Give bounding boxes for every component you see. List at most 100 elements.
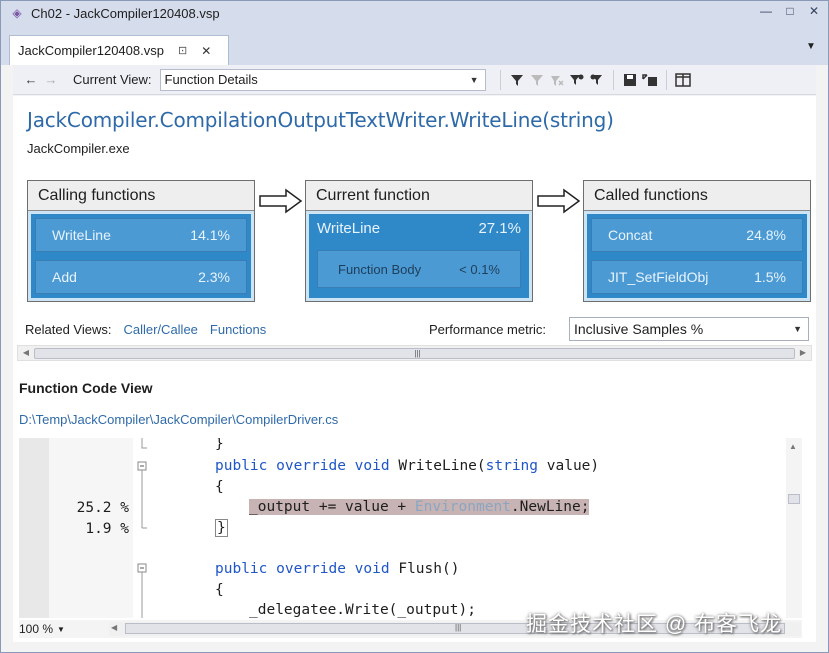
main-window: ◈ Ch02 - JackCompiler120408.vsp — □ ✕ Ja… [0,0,829,653]
function-body-value: < 0.1% [459,261,500,277]
window-controls: — □ ✕ [758,3,822,19]
indicator-margin [19,438,49,618]
calling-function-item[interactable]: Add 2.3% [35,260,247,294]
title-bar: ◈ Ch02 - JackCompiler120408.vsp — □ ✕ [1,1,828,25]
caller-callee-link[interactable]: Caller/Callee [123,322,197,337]
code-line-highlighted: _output += value + Environment.NewLine; [249,499,590,515]
zoom-value: 100 % [19,622,54,636]
module-name: JackCompiler.exe [27,141,130,156]
function-body-item[interactable]: Function Body < 0.1% [317,250,521,288]
function-name: JackCompiler.CompilationOutputTextWriter… [27,108,614,132]
vertical-scrollbar[interactable]: ▲ [786,438,802,618]
code-text: } public override void WriteLine(string … [159,438,789,618]
code-line: _delegatee.Write(_output); [249,602,476,618]
tab-report[interactable]: JackCompiler120408.vsp ⊡ ✕ [9,35,229,65]
toolbar-separator [612,69,614,90]
function-item-name: Concat [608,227,653,243]
horizontal-scrollbar[interactable]: ◀ ||| ▶ [17,345,812,361]
scrollbar-thumb[interactable]: ||| [34,348,795,359]
current-function-panel: Current function WriteLine 27.1% Functio… [305,180,533,302]
current-view-value: Function Details [164,72,258,87]
metric-column: 25.2 % 1.9 % [49,438,133,618]
clear-filter-icon[interactable] [547,70,567,90]
function-item-name: WriteLine [52,227,111,243]
code-line: { [215,582,224,598]
function-item-value: 24.8% [746,227,786,243]
toolbar-separator [665,69,667,90]
scrollbar-thumb[interactable] [788,494,800,504]
performance-metric-select[interactable]: Inclusive Samples % ▼ [569,317,809,341]
visual-studio-icon: ◈ [12,6,22,20]
calling-function-item[interactable]: WriteLine 14.1% [35,218,247,252]
performance-metric-value: Inclusive Samples % [574,321,704,337]
called-function-item[interactable]: Concat 24.8% [591,218,803,252]
code-line: { [215,479,224,495]
scroll-left-icon[interactable]: ◀ [111,623,117,632]
close-button[interactable]: ✕ [806,3,822,19]
chevron-down-icon[interactable]: ▼ [806,41,818,53]
current-function-name: WriteLine [317,220,381,237]
filter-disabled-icon[interactable] [527,70,547,90]
chevron-down-icon: ▼ [469,74,479,85]
code-view-title: Function Code View [19,380,153,396]
functions-link[interactable]: Functions [210,322,266,337]
current-function-body: WriteLine 27.1% Function Body < 0.1% [309,214,529,298]
flow-arrow-icon [537,188,581,214]
outlining-margin [133,438,153,618]
chevron-down-icon: ▼ [57,624,65,634]
function-code-view: Function Code View D:\Temp\JackCompiler\… [13,372,816,642]
export-icon[interactable] [640,70,660,90]
code-editor[interactable]: 25.2 % 1.9 % } public override void Writ… [19,438,802,618]
watermark: 掘金技术社区 @ 布客飞龙 [526,613,782,636]
split-view-icon[interactable] [673,70,693,90]
show-just-my-code-icon[interactable] [567,70,587,90]
line-metric: 25.2 % [76,500,129,516]
function-item-value: 1.5% [754,269,786,285]
window-title: Ch02 - JackCompiler120408.vsp [31,5,220,21]
forward-arrow-icon[interactable]: → [41,70,61,90]
function-item-value: 14.1% [190,227,230,243]
back-arrow-icon[interactable]: ← [21,70,41,90]
code-line: } [215,438,224,452]
scroll-up-icon[interactable]: ▲ [789,442,797,451]
performance-metric-label: Performance metric: [429,322,547,337]
scroll-left-icon[interactable]: ◀ [20,347,32,359]
scroll-right-icon[interactable]: ▶ [797,347,809,359]
code-line: public override void Flush() [215,561,460,577]
flow-arrow-icon [259,188,303,214]
current-function-value: 27.1% [478,220,521,237]
zoom-select[interactable]: 100 % ▼ [19,622,79,636]
outline-collapse-icon[interactable] [133,438,153,618]
toolbar-separator [499,69,501,90]
grip-icon: ||| [414,349,421,358]
function-item-name: Add [52,269,77,285]
function-body-label: Function Body [338,261,422,277]
related-views-label: Related Views: [25,322,112,337]
chevron-down-icon: ▼ [793,324,802,334]
tab-close-icon[interactable]: ✕ [201,44,211,58]
called-functions-body: Concat 24.8% JIT_SetFieldObj 1.5% [587,214,807,298]
document-tabstrip: JackCompiler120408.vsp ⊡ ✕ ▼ [1,25,828,65]
maximize-button[interactable]: □ [782,3,798,19]
report-toolbar: ← → Current View: Function Details ▼ [13,65,816,95]
filter-icon[interactable] [507,70,527,90]
pin-icon[interactable]: ⊡ [178,44,187,57]
minimize-button[interactable]: — [758,3,774,19]
source-file-link[interactable]: D:\Temp\JackCompiler\JackCompiler\Compil… [19,412,338,427]
current-function-header: Current function [306,181,532,211]
function-details-panel: JackCompiler.CompilationOutputTextWriter… [13,96,816,372]
called-function-item[interactable]: JIT_SetFieldObj 1.5% [591,260,803,294]
code-line: } [215,519,228,537]
grip-icon: ||| [455,623,462,632]
calling-functions-header: Calling functions [28,181,254,211]
current-function-row[interactable]: WriteLine 27.1% [317,220,521,237]
called-functions-panel: Called functions Concat 24.8% JIT_SetFie… [583,180,811,302]
current-view-select[interactable]: Function Details ▼ [159,68,486,91]
related-views: Related Views: Caller/Callee Functions [25,322,266,337]
calling-functions-panel: Calling functions WriteLine 14.1% Add 2.… [27,180,255,302]
called-functions-header: Called functions [584,181,810,211]
show-all-code-icon[interactable] [587,70,607,90]
function-item-value: 2.3% [198,269,230,285]
save-icon[interactable] [620,70,640,90]
code-line: public override void WriteLine(string va… [215,458,600,474]
